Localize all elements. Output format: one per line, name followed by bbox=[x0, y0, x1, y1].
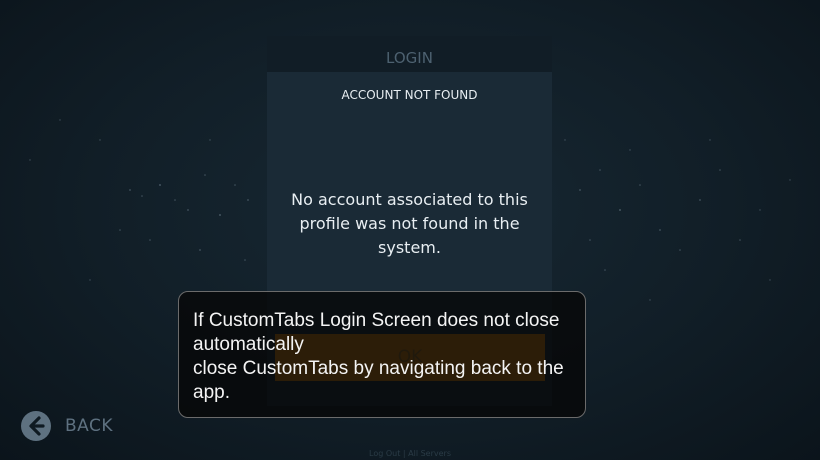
login-screen: LOGIN ACCOUNT NOT FOUND No account assoc… bbox=[0, 0, 820, 460]
back-label: BACK bbox=[65, 416, 114, 436]
dialog-message: No account associated to this profile wa… bbox=[291, 190, 528, 257]
back-button[interactable]: BACK bbox=[20, 408, 130, 444]
footer-text: Log Out | All Servers bbox=[369, 449, 451, 458]
toast-message: If CustomTabs Login Screen does not clos… bbox=[193, 310, 564, 403]
dialog-header: LOGIN bbox=[267, 36, 552, 72]
back-arrow-icon bbox=[21, 411, 51, 441]
dialog-subtitle: ACCOUNT NOT FOUND bbox=[341, 88, 478, 102]
